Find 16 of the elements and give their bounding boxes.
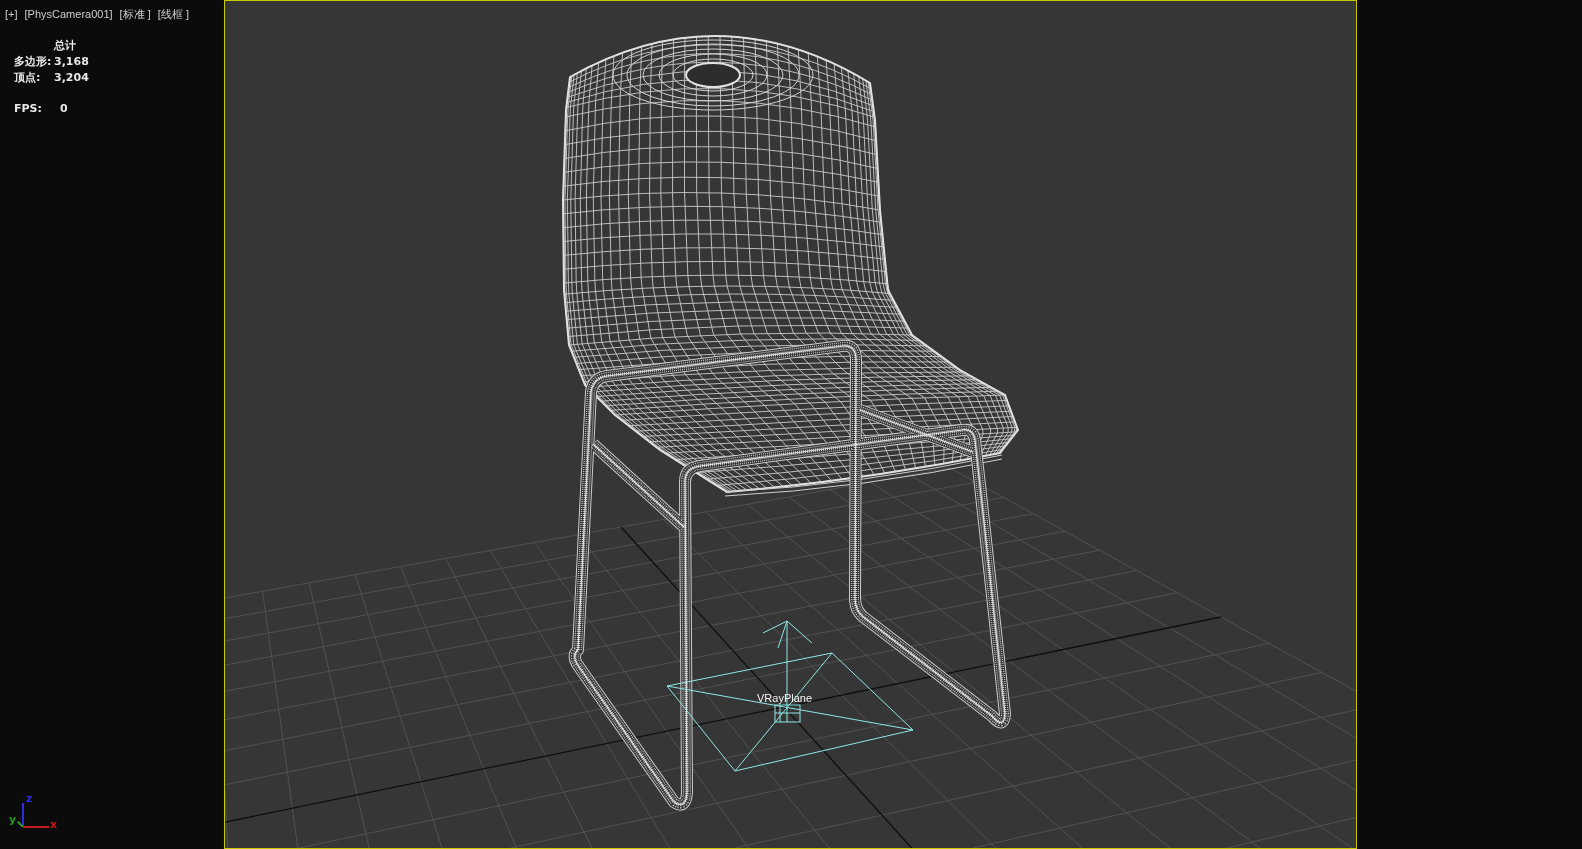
axis-label: z: [26, 792, 33, 805]
viewport-menu[interactable]: [线框 ]: [157, 8, 189, 21]
viewport-menu[interactable]: [标准 ]: [119, 8, 151, 21]
stat-label: 多边形:: [14, 55, 53, 68]
stat-label: 顶点:: [14, 71, 42, 84]
stat-value: 3,204: [54, 71, 90, 84]
object-label: VRayPlane: [757, 692, 813, 704]
stats-heading: 总计: [54, 39, 77, 52]
fps-label: FPS:: [14, 102, 43, 115]
viewport-menu[interactable]: [PhysCamera001]: [24, 8, 113, 21]
viewport-menu[interactable]: [+]: [5, 8, 18, 21]
axis-label: y: [9, 813, 17, 826]
stat-value: 3,168: [54, 55, 90, 68]
camera-viewport[interactable]: VRayPlane: [224, 0, 1357, 849]
axis-label: x: [50, 818, 58, 831]
fps-value: 0: [60, 102, 69, 115]
